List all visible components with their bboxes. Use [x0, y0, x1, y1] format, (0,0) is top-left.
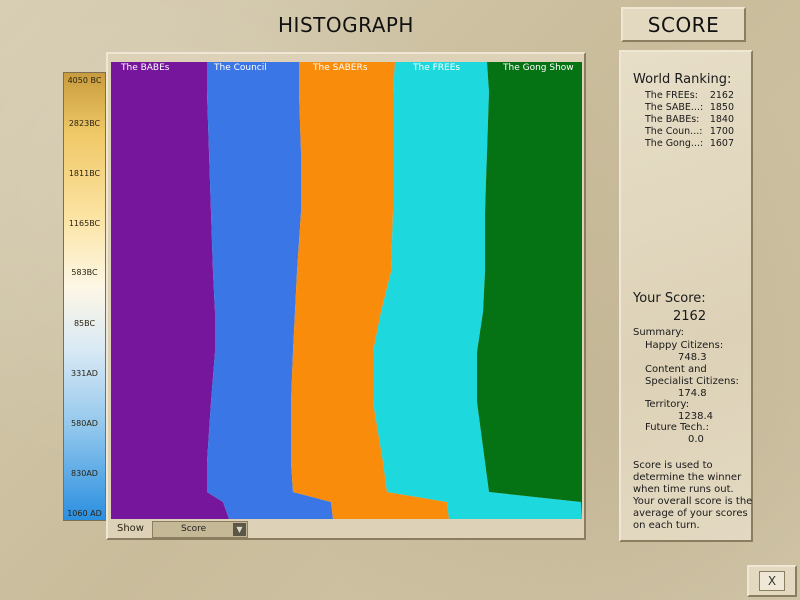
chevron-down-icon[interactable]: ▼ [233, 523, 246, 536]
timeline-axis [63, 72, 106, 521]
content-label: Content and [645, 364, 707, 375]
legend-frees: The FREEs [410, 63, 464, 74]
score-note-line: determine the winner [633, 472, 742, 483]
future-tech-label: Future Tech.: [645, 422, 709, 433]
close-button[interactable]: X [747, 565, 797, 597]
your-score-title: Your Score: [633, 291, 706, 306]
ranking-score: 1840 [709, 114, 734, 125]
happy-label: Happy Citizens: [645, 340, 724, 351]
score-note-line: Score is used to [633, 460, 713, 471]
score-note-line: Your overall score is the [633, 496, 753, 507]
histogram-band [477, 62, 582, 519]
legend-council: The Council [211, 63, 270, 74]
score-note-line: when time runs out. [633, 484, 734, 495]
ranking-score: 1607 [709, 138, 734, 149]
score-note-line: on each turn. [633, 520, 700, 531]
territory-value: 1238.4 [678, 411, 713, 422]
legend-gong: The Gong Show [500, 63, 577, 74]
axis-tick: 331AD [71, 369, 98, 378]
ranking-name: The Gong...: [645, 138, 704, 149]
score-note-line: average of your scores [633, 508, 748, 519]
show-label: Show [117, 523, 144, 534]
histograph-title: HISTOGRAPH [278, 12, 414, 37]
ranking-name: The FREEs: [645, 90, 698, 101]
territory-label: Territory: [645, 399, 690, 410]
ranking-name: The Coun...: [645, 126, 703, 137]
histogram-chart [111, 62, 582, 519]
ranking-name: The BABEs: [645, 114, 700, 125]
score-title: SCORE [621, 7, 746, 42]
ranking-score: 1700 [709, 126, 734, 137]
summary-label: Summary: [633, 327, 684, 338]
axis-tick: 85BC [73, 319, 96, 328]
future-tech-value: 0.0 [688, 434, 704, 445]
axis-tick: 2823BC [68, 119, 101, 128]
happy-value: 748.3 [678, 352, 707, 363]
axis-tick: 1060 AD [67, 509, 102, 518]
axis-tick: 1165BC [68, 219, 101, 228]
legend-babes: The BABEs [118, 63, 173, 74]
show-select[interactable]: Score ▼ [152, 521, 248, 538]
show-select-value: Score [181, 524, 207, 534]
axis-tick: 580AD [71, 419, 98, 428]
axis-tick: 1811BC [68, 169, 101, 178]
ranking-name: The SABE...: [645, 102, 704, 113]
content-value: 174.8 [678, 388, 707, 399]
axis-tick: 583BC [71, 268, 98, 277]
axis-tick: 830AD [71, 469, 98, 478]
world-ranking-title: World Ranking: [633, 72, 732, 87]
legend-sabers: The SABERs [310, 63, 371, 74]
ranking-score: 2162 [709, 90, 734, 101]
axis-tick: 4050 BC [67, 76, 102, 85]
close-icon: X [759, 571, 785, 591]
ranking-score: 1850 [709, 102, 734, 113]
specialist-label: Specialist Citizens: [645, 376, 739, 387]
your-score-value: 2162 [673, 309, 707, 324]
